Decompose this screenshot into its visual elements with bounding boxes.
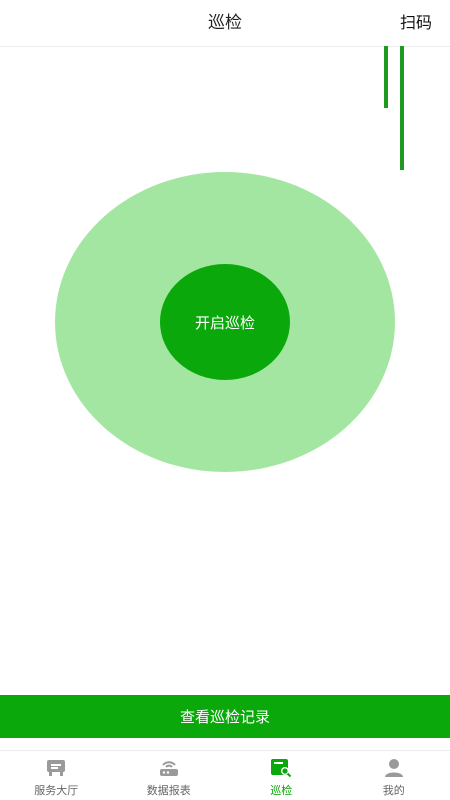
page-title: 巡检 [208, 13, 242, 33]
scan-code-button[interactable]: 扫码 [400, 0, 432, 46]
tab-label: 数据报表 [146, 784, 191, 797]
service-hall-icon [45, 757, 67, 779]
tab-patrol[interactable]: 巡检 [225, 751, 338, 800]
profile-icon [383, 757, 405, 779]
tab-service-hall[interactable]: 服务大厅 [0, 751, 113, 800]
tab-label: 服务大厅 [34, 784, 79, 797]
app-root: 巡检 扫码 开启巡检 查看巡检记录 服务大厅 数据报表 巡检 我的 [0, 0, 450, 800]
view-patrol-records-button[interactable]: 查看巡检记录 [0, 695, 450, 738]
patrol-icon [270, 757, 292, 779]
start-patrol-label: 开启巡检 [194, 313, 255, 332]
decorative-bar [384, 46, 388, 108]
tab-data-report[interactable]: 数据报表 [113, 751, 226, 800]
start-patrol-button[interactable]: 开启巡检 [160, 264, 290, 380]
bottom-tab-bar: 服务大厅 数据报表 巡检 我的 [0, 750, 450, 800]
decorative-bar [400, 46, 404, 170]
tab-label: 我的 [382, 784, 405, 797]
top-header: 巡检 扫码 [0, 0, 450, 47]
tab-label: 巡检 [270, 784, 293, 797]
tab-profile[interactable]: 我的 [338, 751, 450, 800]
view-patrol-records-label: 查看巡检记录 [179, 708, 270, 726]
data-report-icon [158, 757, 180, 779]
